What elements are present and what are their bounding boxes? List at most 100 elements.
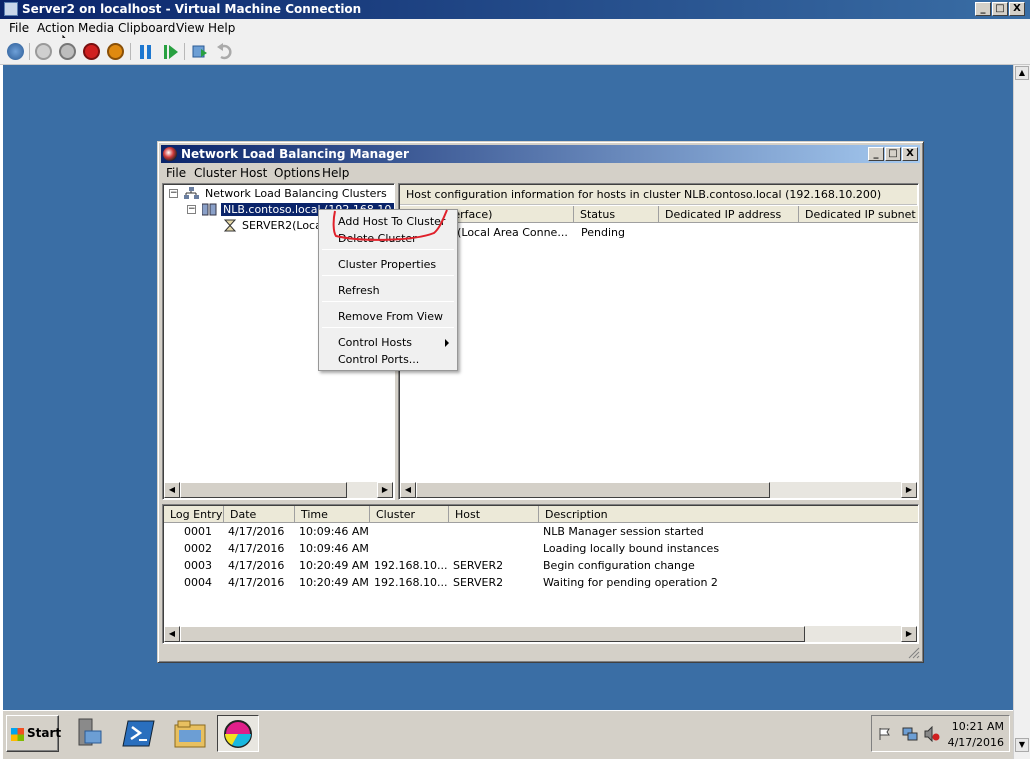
cluster-icon (202, 203, 217, 216)
log-time-cell: 10:09:46 AM (299, 525, 369, 538)
menu-item-label: Control Hosts (338, 336, 413, 349)
log-date-cell: 4/17/2016 (228, 542, 285, 555)
scroll-thumb[interactable] (416, 482, 770, 498)
menu-separator (322, 327, 454, 328)
vm-title-bar: Server2 on localhost - Virtual Machine C… (0, 0, 1030, 19)
nlb-window-controls: _ □ X (868, 147, 918, 161)
col-dedicated-ip[interactable]: Dedicated IP address (659, 206, 799, 223)
reset-icon[interactable] (163, 44, 179, 60)
scroll-left-arrow-icon[interactable]: ◀ (164, 482, 180, 498)
table-row[interactable]: 0001 4/17/2016 10:09:46 AM NLB Manager s… (164, 525, 917, 542)
menu-item-cluster-properties[interactable]: Cluster Properties (321, 257, 455, 273)
scroll-right-arrow-icon[interactable]: ▶ (901, 482, 917, 498)
col-dedicated-subnet[interactable]: Dedicated IP subnet ma (799, 206, 918, 223)
pending-host-icon (223, 219, 237, 232)
network-icon[interactable] (902, 726, 918, 742)
collapse-icon[interactable]: − (187, 205, 196, 214)
col-log-entry[interactable]: Log Entry (164, 506, 224, 523)
close-button[interactable]: X (1009, 2, 1025, 16)
hosts-horizontal-scrollbar[interactable]: ◀ ▶ (400, 482, 917, 498)
log-pane: Log Entry Date Time Cluster Host Descrip… (162, 504, 919, 644)
submenu-arrow-icon (445, 339, 449, 347)
log-description-cell: Begin configuration change (543, 559, 695, 572)
log-description-cell: NLB Manager session started (543, 525, 704, 538)
resize-grip-icon[interactable] (908, 647, 920, 659)
log-date-cell: 4/17/2016 (228, 559, 285, 572)
tray-clock[interactable]: 10:21 AM 4/17/2016 (948, 719, 1004, 751)
log-entry-cell: 0002 (184, 542, 212, 555)
vm-vertical-scrollbar[interactable]: ▲ ▼ (1013, 65, 1030, 759)
ctrl-alt-del-icon[interactable] (7, 43, 24, 60)
taskbar-server-manager[interactable] (69, 715, 111, 752)
scroll-right-arrow-icon[interactable]: ▶ (377, 482, 393, 498)
explorer-icon (174, 720, 206, 748)
table-row[interactable]: 0003 4/17/2016 10:20:49 AM 192.168.10...… (164, 559, 917, 576)
menu-help[interactable]: Help (208, 21, 235, 35)
turn-off-icon[interactable] (59, 43, 76, 60)
volume-muted-icon[interactable] (924, 726, 940, 742)
menu-view[interactable]: View (176, 21, 204, 35)
start-icon[interactable] (35, 43, 52, 60)
nlb-manager-icon (163, 147, 177, 161)
nlb-menu-help[interactable]: Help (322, 166, 349, 180)
scroll-thumb[interactable] (180, 626, 805, 642)
scroll-left-arrow-icon[interactable]: ◀ (164, 626, 180, 642)
nlb-manager-icon (224, 720, 252, 748)
nlb-menu-cluster[interactable]: Cluster (194, 166, 237, 180)
nlb-menu-options[interactable]: Options (274, 166, 320, 180)
nlb-menu-file[interactable]: File (166, 166, 186, 180)
maximize-button[interactable]: □ (992, 2, 1008, 16)
col-description[interactable]: Description (539, 506, 918, 523)
revert-icon[interactable] (216, 43, 234, 61)
menu-clipboard[interactable]: Clipboard (118, 21, 175, 35)
menu-item-remove-from-view[interactable]: Remove From View (321, 309, 455, 325)
action-center-flag-icon[interactable] (878, 727, 892, 741)
vm-window-title: Server2 on localhost - Virtual Machine C… (22, 2, 362, 16)
snapshot-icon[interactable] (191, 43, 209, 61)
nlb-menu-host[interactable]: Host (240, 166, 267, 180)
vm-window-controls: _ □ X (975, 2, 1025, 16)
menu-separator (322, 249, 454, 250)
menu-media[interactable]: Media (78, 21, 114, 35)
menu-action[interactable]: Action (37, 21, 75, 35)
scroll-down-arrow-icon[interactable]: ▼ (1015, 738, 1029, 752)
clusters-icon (184, 187, 199, 199)
log-column-header: Log Entry Date Time Cluster Host Descrip… (164, 506, 918, 523)
col-time[interactable]: Time (295, 506, 370, 523)
log-date-cell: 4/17/2016 (228, 576, 285, 589)
tray-date: 4/17/2016 (947, 736, 1004, 749)
red-underline-annotation (332, 209, 448, 241)
table-row[interactable]: 0004 4/17/2016 10:20:49 AM 192.168.10...… (164, 576, 917, 593)
taskbar-powershell[interactable] (119, 715, 161, 752)
menu-item-control-ports[interactable]: Control Ports... (321, 352, 455, 368)
col-cluster[interactable]: Cluster (370, 506, 449, 523)
col-status[interactable]: Status (574, 206, 659, 223)
col-date[interactable]: Date (224, 506, 295, 523)
save-icon[interactable] (107, 43, 124, 60)
tree-horizontal-scrollbar[interactable]: ◀ ▶ (164, 482, 393, 498)
scroll-up-arrow-icon[interactable]: ▲ (1015, 66, 1029, 80)
collapse-icon[interactable]: − (169, 189, 178, 198)
shut-down-icon[interactable] (83, 43, 100, 60)
taskbar-nlb-manager[interactable] (217, 715, 259, 752)
nlb-close-button[interactable]: X (902, 147, 918, 161)
nlb-minimize-button[interactable]: _ (868, 147, 884, 161)
menu-file[interactable]: File (9, 21, 29, 35)
minimize-button[interactable]: _ (975, 2, 991, 16)
tray-time: 10:21 AM (951, 720, 1004, 733)
scroll-left-arrow-icon[interactable]: ◀ (400, 482, 416, 498)
toolbar-separator (184, 43, 185, 60)
scroll-right-arrow-icon[interactable]: ▶ (901, 626, 917, 642)
menu-item-control-hosts[interactable]: Control Hosts (321, 335, 455, 351)
col-host[interactable]: Host (449, 506, 539, 523)
table-row[interactable]: SERVER2(Local Area Conne... Pending (400, 225, 917, 241)
table-row[interactable]: 0002 4/17/2016 10:09:46 AM Loading local… (164, 542, 917, 559)
menu-item-refresh[interactable]: Refresh (321, 283, 455, 299)
start-button[interactable]: Start (6, 715, 61, 752)
scroll-thumb[interactable] (180, 482, 347, 498)
pause-icon[interactable] (139, 44, 153, 60)
log-description-cell: Loading locally bound instances (543, 542, 720, 555)
taskbar-explorer[interactable] (169, 715, 211, 752)
nlb-maximize-button[interactable]: □ (885, 147, 901, 161)
log-horizontal-scrollbar[interactable]: ◀ ▶ (164, 626, 917, 642)
